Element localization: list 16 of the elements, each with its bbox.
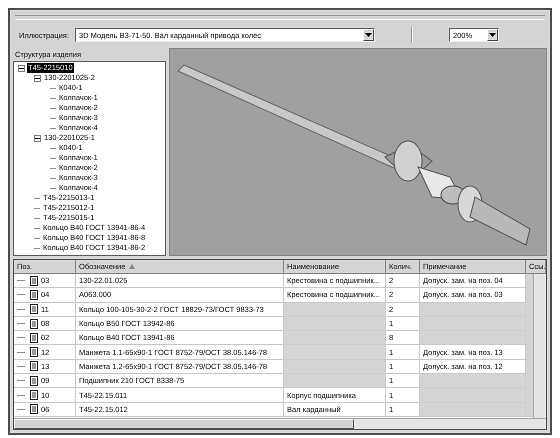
sort-ascending-icon bbox=[129, 264, 136, 269]
document-icon bbox=[30, 290, 38, 300]
document-icon bbox=[30, 404, 38, 414]
document-icon bbox=[30, 361, 38, 372]
collapse-toggle-icon[interactable] bbox=[18, 64, 25, 72]
document-icon bbox=[30, 276, 38, 286]
document-icon bbox=[30, 347, 38, 358]
collapse-toggle-icon[interactable] bbox=[34, 74, 41, 82]
vertical-scrollbar[interactable] bbox=[533, 274, 546, 418]
document-icon bbox=[30, 376, 38, 386]
collapse-toggle-icon[interactable] bbox=[34, 134, 41, 142]
document-icon bbox=[30, 390, 38, 400]
document-icon bbox=[30, 304, 38, 314]
document-icon bbox=[30, 318, 38, 329]
document-icon bbox=[30, 332, 38, 343]
horizontal-scrollbar[interactable] bbox=[14, 418, 546, 429]
